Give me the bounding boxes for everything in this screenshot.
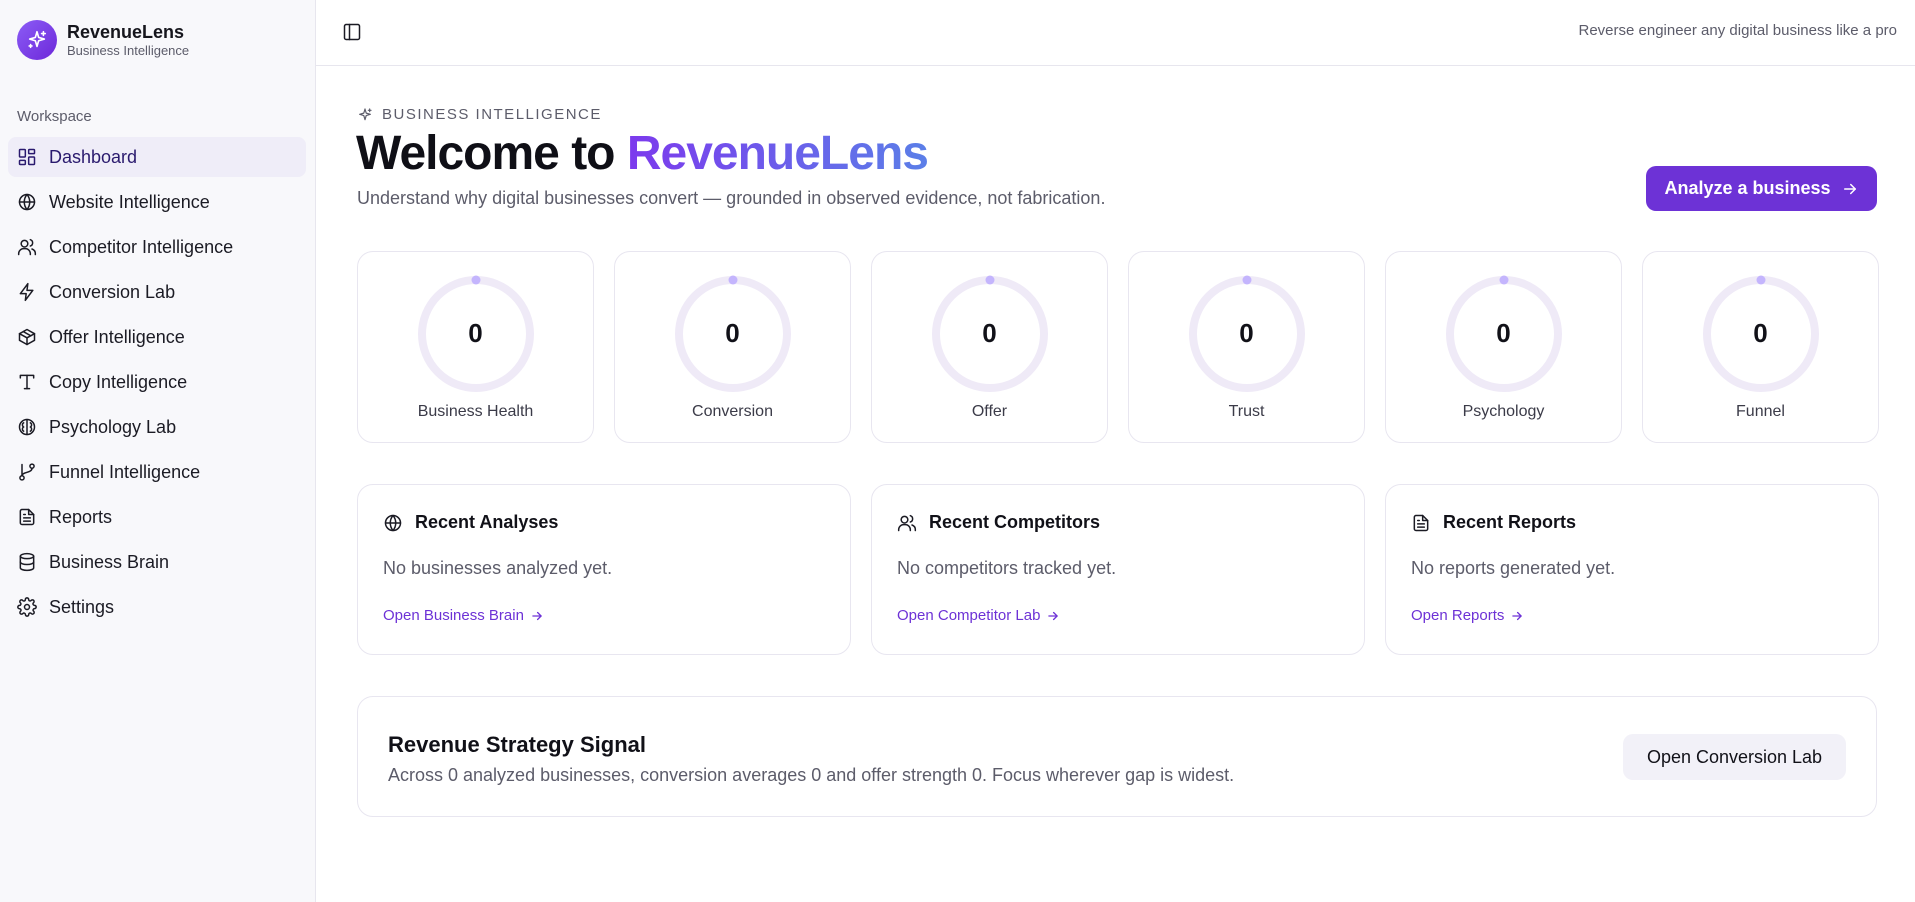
sidebar-item-offer-intelligence[interactable]: Offer Intelligence xyxy=(8,317,306,357)
empty-state-text: No reports generated yet. xyxy=(1411,558,1616,578)
app-name: RevenueLens xyxy=(67,22,185,42)
arrow-right-icon xyxy=(1046,609,1060,623)
sidebar-item-label: Website Intelligence xyxy=(49,191,210,212)
sidebar-item-dashboard[interactable]: Dashboard xyxy=(8,137,306,177)
score-value: 0 xyxy=(982,318,997,348)
tagline: Reverse engineer any digital business li… xyxy=(1578,22,1897,39)
brand[interactable]: RevenueLens Business Intelligence xyxy=(17,20,189,60)
open-reports-link[interactable]: Open Reports xyxy=(1411,607,1524,624)
gear-icon xyxy=(17,597,37,617)
score-value: 0 xyxy=(468,318,483,348)
recent-reports-card: Recent Reports No reports generated yet.… xyxy=(1385,484,1879,655)
cta-label: Analyze a business xyxy=(1664,178,1831,198)
sidebar-item-business-brain[interactable]: Business Brain xyxy=(8,542,306,582)
score-cards: 0 Business Health 0 Conversion 0 Offer 0… xyxy=(357,251,1879,443)
open-conversion-lab-button[interactable]: Open Conversion Lab xyxy=(1623,734,1846,780)
sidebar-item-label: Business Brain xyxy=(49,551,170,572)
revenue-strategy-card: Revenue Strategy Signal Across 0 analyze… xyxy=(357,696,1877,817)
file-text-icon xyxy=(1413,514,1429,531)
eyebrow: BUSINESS INTELLIGENCE xyxy=(357,106,602,123)
empty-state-text: No competitors tracked yet. xyxy=(897,558,1117,578)
package-icon xyxy=(18,328,36,346)
arrow-right-icon xyxy=(1841,180,1859,198)
score-label: Business Health xyxy=(417,403,534,420)
score-label: Psychology xyxy=(1462,403,1545,420)
score-value: 0 xyxy=(1239,318,1254,348)
topbar: Reverse engineer any digital business li… xyxy=(316,0,1915,66)
score-value: 0 xyxy=(1753,318,1768,348)
panel-left-icon xyxy=(343,23,361,41)
eyebrow-text: BUSINESS INTELLIGENCE xyxy=(382,106,602,123)
app-subtitle: Business Intelligence xyxy=(67,43,190,58)
strategy-description: Across 0 analyzed businesses, conversion… xyxy=(388,765,1235,785)
arrow-right-icon xyxy=(530,609,544,623)
card-title: Recent Analyses xyxy=(415,512,559,532)
globe-icon xyxy=(18,193,36,211)
sidebar-item-copy-intelligence[interactable]: Copy Intelligence xyxy=(8,362,306,402)
sidebar-item-label: Competitor Intelligence xyxy=(49,236,234,257)
page-subtitle: Understand why digital businesses conver… xyxy=(357,188,1106,208)
score-value: 0 xyxy=(725,318,740,348)
sidebar-item-label: Settings xyxy=(49,596,115,617)
title-accent: RevenueLens xyxy=(626,127,929,180)
sparkles-logo-icon xyxy=(17,20,57,60)
sidebar-item-website-intelligence[interactable]: Website Intelligence xyxy=(8,182,306,222)
users-icon xyxy=(17,238,37,256)
file-text-icon xyxy=(19,508,35,526)
sidebar-item-label: Conversion Lab xyxy=(49,281,176,302)
score-card-trust: 0 Trust xyxy=(1128,251,1365,443)
sidebar-item-label: Copy Intelligence xyxy=(49,371,188,392)
sidebar-item-settings[interactable]: Settings xyxy=(8,587,306,627)
sidebar-toggle-button[interactable] xyxy=(342,22,362,42)
analyze-business-button[interactable]: Analyze a business xyxy=(1646,166,1877,211)
database-icon xyxy=(19,552,35,572)
score-label: Trust xyxy=(1228,403,1265,420)
globe-icon xyxy=(384,514,402,531)
score-card-conversion: 0 Conversion xyxy=(614,251,851,443)
score-label: Funnel xyxy=(1736,403,1785,420)
recent-competitors-card: Recent Competitors No competitors tracke… xyxy=(871,484,1365,655)
link-label: Open Competitor Lab xyxy=(897,607,1041,624)
sidebar-item-funnel-intelligence[interactable]: Funnel Intelligence xyxy=(8,452,306,492)
sidebar-item-conversion-lab[interactable]: Conversion Lab xyxy=(8,272,306,312)
link-label: Open Reports xyxy=(1411,607,1505,624)
sidebar-item-label: Offer Intelligence xyxy=(49,326,185,347)
sidebar: RevenueLens Business Intelligence Worksp… xyxy=(0,0,316,902)
sidebar-item-competitor-intelligence[interactable]: Competitor Intelligence xyxy=(8,227,306,267)
open-competitor-lab-link[interactable]: Open Competitor Lab xyxy=(897,607,1060,624)
sidebar-item-reports[interactable]: Reports xyxy=(8,497,306,537)
sidebar-item-psychology-lab[interactable]: Psychology Lab xyxy=(8,407,306,447)
sparkles-icon xyxy=(359,107,372,120)
score-label: Conversion xyxy=(692,403,773,420)
card-title: Recent Competitors xyxy=(929,512,1101,532)
section-label-workspace: Workspace xyxy=(17,108,92,125)
git-branch-icon xyxy=(19,463,35,481)
score-card-psychology: 0 Psychology xyxy=(1385,251,1622,443)
empty-state-text: No businesses analyzed yet. xyxy=(383,558,613,578)
score-value: 0 xyxy=(1496,318,1511,348)
card-title: Recent Reports xyxy=(1443,512,1577,532)
open-business-brain-link[interactable]: Open Business Brain xyxy=(383,607,544,624)
strategy-title: Revenue Strategy Signal xyxy=(388,732,646,757)
sidebar-item-label: Funnel Intelligence xyxy=(49,461,201,482)
lightning-icon xyxy=(19,282,34,302)
sidebar-item-label: Dashboard xyxy=(49,146,138,167)
users-icon xyxy=(897,514,917,531)
type-icon xyxy=(19,374,35,390)
dashboard-icon xyxy=(18,148,36,166)
recent-cards: Recent Analyses No businesses analyzed y… xyxy=(357,484,1879,655)
title-prefix: Welcome to xyxy=(356,127,627,180)
sidebar-nav: Dashboard Website Intelligence Competito… xyxy=(8,137,306,632)
sidebar-item-label: Reports xyxy=(49,506,113,527)
score-card-funnel: 0 Funnel xyxy=(1642,251,1879,443)
score-card-offer: 0 Offer xyxy=(871,251,1108,443)
link-label: Open Business Brain xyxy=(383,607,524,624)
arrow-right-icon xyxy=(1510,609,1524,623)
recent-analyses-card: Recent Analyses No businesses analyzed y… xyxy=(357,484,851,655)
page-title: Welcome to RevenueLens xyxy=(356,126,929,181)
brain-icon xyxy=(18,418,36,436)
score-label: Offer xyxy=(971,403,1008,420)
score-card-business-health: 0 Business Health xyxy=(357,251,594,443)
sidebar-item-label: Psychology Lab xyxy=(49,416,177,437)
